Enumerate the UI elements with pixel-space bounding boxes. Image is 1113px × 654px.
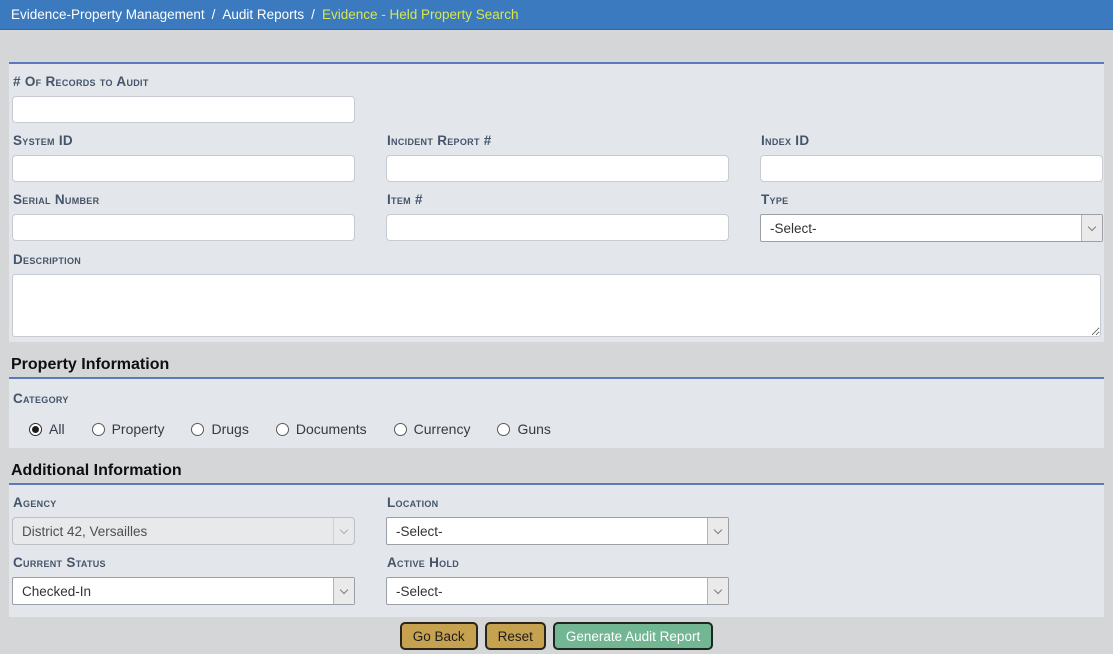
serial-number-input[interactable] bbox=[12, 214, 355, 241]
location-field: Location -Select- bbox=[386, 485, 729, 545]
radio-icon bbox=[191, 423, 204, 436]
property-information-header: Property Information bbox=[0, 342, 1113, 377]
radio-icon bbox=[276, 423, 289, 436]
category-radio-documents-label: Documents bbox=[296, 421, 367, 437]
category-radio-guns[interactable]: Guns bbox=[497, 421, 550, 437]
location-label: Location bbox=[386, 485, 729, 517]
category-radio-guns-label: Guns bbox=[517, 421, 550, 437]
system-id-label: System ID bbox=[12, 123, 355, 155]
description-label: Description bbox=[12, 242, 1101, 274]
index-id-field: Index ID bbox=[760, 123, 1103, 182]
system-id-field: System ID bbox=[12, 123, 355, 182]
category-radio-property-label: Property bbox=[112, 421, 165, 437]
chevron-down-icon bbox=[333, 578, 354, 604]
reset-button[interactable]: Reset bbox=[485, 622, 546, 650]
category-radio-drugs[interactable]: Drugs bbox=[191, 421, 248, 437]
category-radio-group: All Property Drugs Documents Currency Gu… bbox=[29, 421, 1101, 437]
radio-icon bbox=[497, 423, 510, 436]
serial-number-field: Serial Number bbox=[12, 182, 355, 242]
chevron-down-icon bbox=[707, 578, 728, 604]
breadcrumb: Evidence-Property Management / Audit Rep… bbox=[0, 0, 1113, 30]
chevron-down-icon bbox=[333, 518, 354, 544]
records-to-audit-input[interactable] bbox=[12, 96, 355, 123]
current-status-select[interactable]: Checked-In bbox=[12, 577, 355, 605]
serial-number-label: Serial Number bbox=[12, 182, 355, 214]
breadcrumb-separator: / bbox=[205, 7, 223, 22]
item-number-input[interactable] bbox=[386, 214, 729, 241]
type-select[interactable]: -Select- bbox=[760, 214, 1103, 242]
breadcrumb-audit-reports[interactable]: Audit Reports bbox=[222, 7, 304, 22]
location-select[interactable]: -Select- bbox=[386, 517, 729, 545]
item-number-field: Item # bbox=[386, 182, 729, 242]
records-to-audit-label: # Of Records to Audit bbox=[12, 64, 1101, 96]
breadcrumb-current-page: Evidence - Held Property Search bbox=[322, 7, 519, 22]
category-radio-currency-label: Currency bbox=[414, 421, 471, 437]
category-radio-currency[interactable]: Currency bbox=[394, 421, 471, 437]
description-field: Description bbox=[12, 242, 1101, 342]
category-radio-drugs-label: Drugs bbox=[211, 421, 248, 437]
records-to-audit-field: # Of Records to Audit bbox=[12, 64, 1101, 123]
chevron-down-icon bbox=[707, 518, 728, 544]
radio-icon bbox=[92, 423, 105, 436]
system-id-input[interactable] bbox=[12, 155, 355, 182]
current-status-select-value: Checked-In bbox=[13, 584, 91, 599]
go-back-button[interactable]: Go Back bbox=[400, 622, 478, 650]
item-number-label: Item # bbox=[386, 182, 729, 214]
index-id-label: Index ID bbox=[760, 123, 1103, 155]
search-criteria-panel: # Of Records to Audit System ID Incident… bbox=[9, 62, 1104, 342]
property-information-panel: Category All Property Drugs Documents Cu… bbox=[9, 377, 1104, 448]
agency-label: Agency bbox=[12, 485, 355, 517]
chevron-down-icon bbox=[1081, 215, 1102, 241]
generate-audit-report-button[interactable]: Generate Audit Report bbox=[553, 622, 713, 650]
incident-report-input[interactable] bbox=[386, 155, 729, 182]
category-radio-documents[interactable]: Documents bbox=[276, 421, 367, 437]
category-label: Category bbox=[12, 391, 1101, 413]
location-select-value: -Select- bbox=[387, 524, 443, 539]
breadcrumb-evidence-property-management[interactable]: Evidence-Property Management bbox=[11, 7, 205, 22]
category-radio-all-label: All bbox=[49, 421, 65, 437]
active-hold-field: Active Hold -Select- bbox=[386, 545, 729, 605]
active-hold-select[interactable]: -Select- bbox=[386, 577, 729, 605]
agency-select-value: District 42, Versailles bbox=[13, 524, 147, 539]
current-status-label: Current Status bbox=[12, 545, 355, 577]
breadcrumb-separator: / bbox=[304, 7, 322, 22]
radio-selected-icon bbox=[29, 423, 42, 436]
type-select-value: -Select- bbox=[761, 221, 817, 236]
type-field: Type -Select- bbox=[760, 182, 1103, 242]
incident-report-label: Incident Report # bbox=[386, 123, 729, 155]
description-textarea[interactable] bbox=[12, 274, 1101, 337]
radio-icon bbox=[394, 423, 407, 436]
additional-information-panel: Agency District 42, Versailles Location … bbox=[9, 483, 1104, 617]
type-label: Type bbox=[760, 182, 1103, 214]
agency-field: Agency District 42, Versailles bbox=[12, 485, 355, 545]
action-button-row: Go Back Reset Generate Audit Report bbox=[0, 622, 1113, 650]
additional-information-header: Additional Information bbox=[0, 448, 1113, 483]
incident-report-field: Incident Report # bbox=[386, 123, 729, 182]
active-hold-select-value: -Select- bbox=[387, 584, 443, 599]
agency-select: District 42, Versailles bbox=[12, 517, 355, 545]
category-radio-property[interactable]: Property bbox=[92, 421, 165, 437]
category-radio-all[interactable]: All bbox=[29, 421, 65, 437]
index-id-input[interactable] bbox=[760, 155, 1103, 182]
current-status-field: Current Status Checked-In bbox=[12, 545, 355, 605]
active-hold-label: Active Hold bbox=[386, 545, 729, 577]
